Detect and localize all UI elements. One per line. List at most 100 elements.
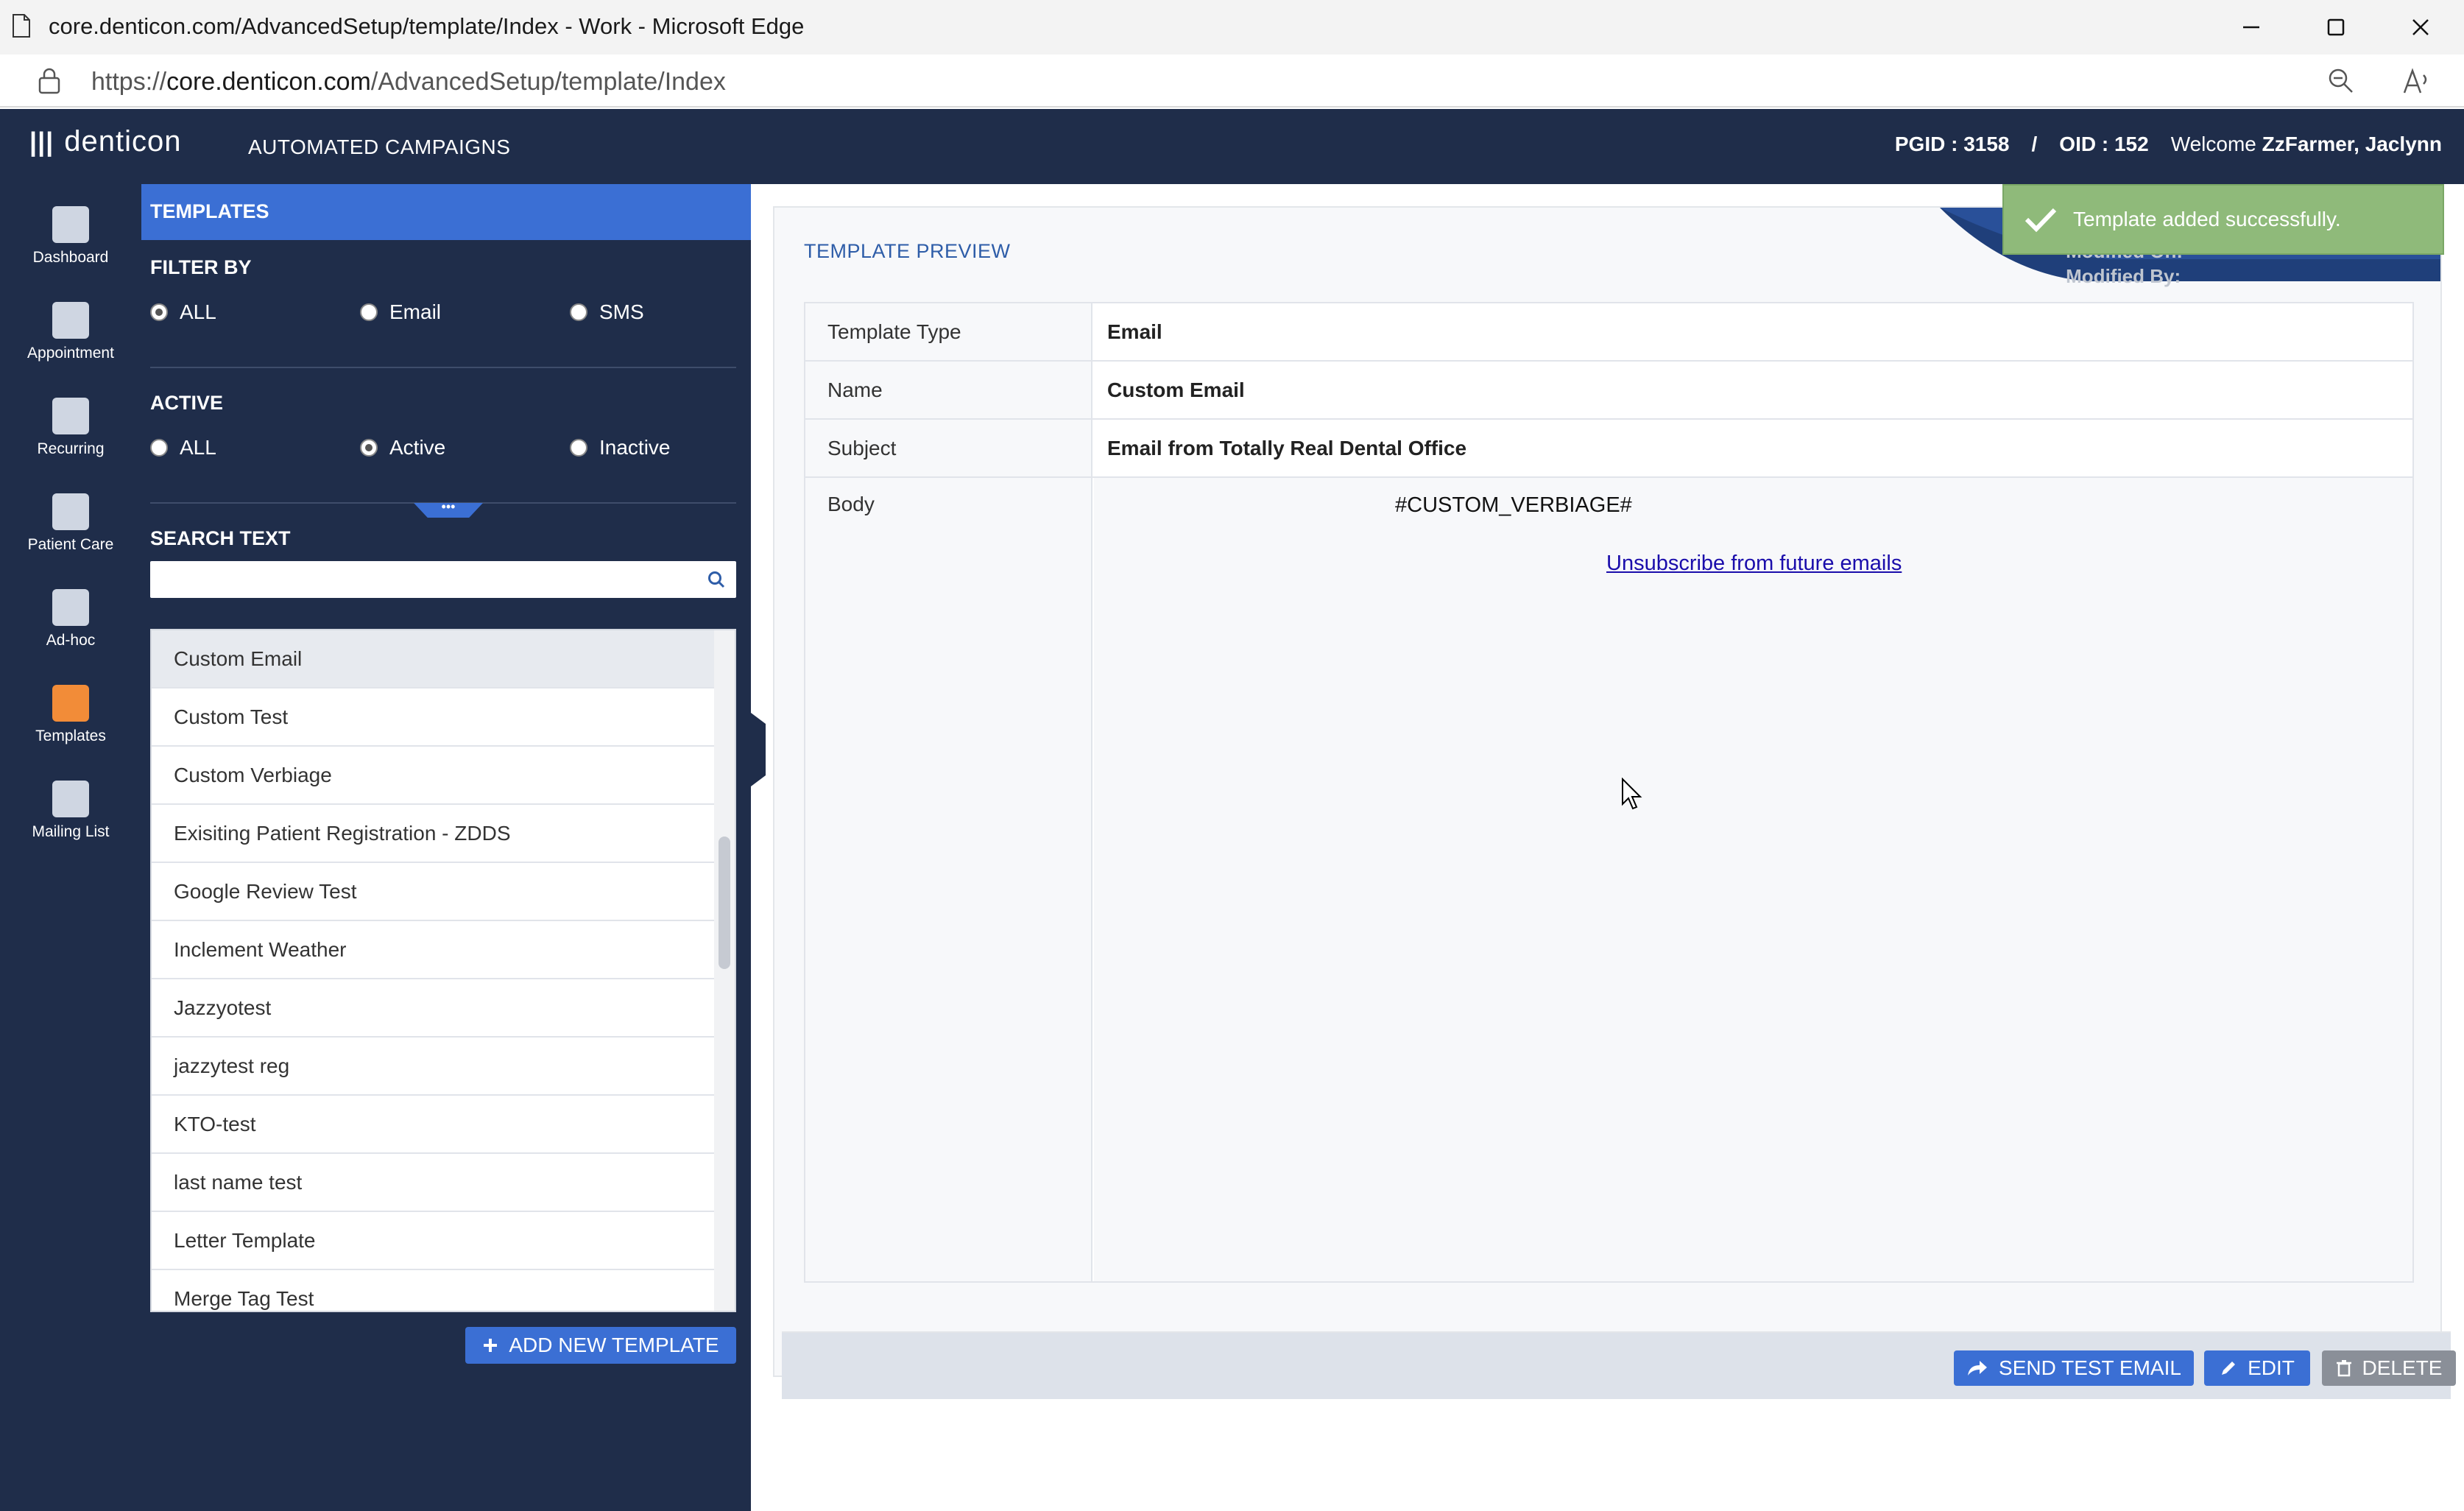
active-all-radio[interactable]: ALL: [150, 436, 216, 459]
browser-window-title: core.denticon.com/AdvancedSetup/template…: [49, 13, 805, 39]
dashboard-icon: [52, 206, 89, 243]
pgid-oid-separator: /: [2031, 133, 2038, 155]
row-label: Template Type: [805, 303, 1092, 360]
row-value: Custom Email: [1107, 378, 1245, 401]
read-aloud-icon[interactable]: [2400, 65, 2432, 97]
logo-bars: |||: [29, 126, 54, 157]
active-active-radio[interactable]: Active: [360, 436, 445, 459]
minimize-icon: [2242, 26, 2259, 29]
list-item[interactable]: jazzytest reg: [152, 1038, 714, 1096]
radio-dot: [150, 303, 168, 321]
filter-all-radio[interactable]: ALL: [150, 300, 216, 324]
nav-templates[interactable]: Templates: [0, 663, 141, 751]
body-custom-verbiage: #CUSTOM_VERBIAGE#: [1395, 493, 1632, 517]
search-text-label: SEARCH TEXT: [150, 527, 291, 549]
active-inactive-radio[interactable]: Inactive: [570, 436, 671, 459]
close-button[interactable]: [2378, 0, 2463, 54]
divider: [150, 367, 736, 368]
edit-button[interactable]: EDIT: [2204, 1350, 2310, 1386]
nav-mailing-list[interactable]: Mailing List: [0, 758, 141, 847]
radio-dot: [360, 303, 378, 321]
filter-collapse-grip[interactable]: •••: [414, 503, 483, 518]
success-toast: Template added successfully.: [2002, 184, 2444, 255]
left-nav: Dashboard Appointment Recurring Patient …: [0, 184, 141, 1511]
recurring-icon: [52, 398, 89, 434]
filter-by-label: FILTER BY: [150, 256, 252, 278]
list-item[interactable]: last name test: [152, 1154, 714, 1212]
template-list: Custom Email Custom Test Custom Verbiage…: [150, 629, 736, 1312]
search-input[interactable]: [150, 561, 736, 598]
preview-row-subject: Subject Email from Totally Real Dental O…: [805, 420, 2412, 478]
nav-patient-care[interactable]: Patient Care: [0, 471, 141, 560]
denticon-logo[interactable]: ||| denticon: [29, 125, 181, 158]
nav-label: Recurring: [37, 440, 105, 457]
nav-label: Dashboard: [32, 249, 109, 266]
nav-ad-hoc[interactable]: Ad-hoc: [0, 567, 141, 655]
unsubscribe-link[interactable]: Unsubscribe from future emails: [1606, 552, 1902, 576]
browser-titlebar: core.denticon.com/AdvancedSetup/template…: [0, 0, 2464, 54]
preview-row-name: Name Custom Email: [805, 362, 2412, 420]
action-bar: SEND TEST EMAIL EDIT DELETE: [782, 1331, 2456, 1399]
maximize-button[interactable]: [2293, 0, 2378, 54]
nav-label: Patient Care: [27, 536, 114, 553]
ad-hoc-icon: [52, 589, 89, 626]
list-item[interactable]: Custom Test: [152, 688, 714, 747]
list-item[interactable]: Google Review Test: [152, 863, 714, 921]
patient-care-icon: [52, 493, 89, 530]
modified-by-label: Modified By:: [2066, 265, 2181, 287]
trash-icon: [2336, 1360, 2351, 1377]
add-new-template-button[interactable]: ADD NEW TEMPLATE: [465, 1327, 736, 1364]
list-item[interactable]: Exisiting Patient Registration - ZDDS: [152, 805, 714, 863]
nav-label: Ad-hoc: [46, 632, 96, 649]
share-arrow-icon: [1968, 1361, 1988, 1376]
row-label: Subject: [805, 420, 1092, 476]
checkmark-icon: [2024, 208, 2057, 233]
scrollbar-thumb[interactable]: [719, 836, 730, 969]
nav-label: Appointment: [27, 345, 114, 362]
list-item[interactable]: Custom Email: [152, 630, 714, 688]
filter-email-radio[interactable]: Email: [360, 300, 441, 324]
welcome-text: Welcome ZzFarmer, Jaclynn: [2170, 133, 2442, 155]
address-bar[interactable]: https://core.denticon.com/AdvancedSetup/…: [0, 54, 2464, 108]
user-info: PGID : 3158 / OID : 152 Welcome ZzFarmer…: [1895, 133, 2442, 156]
appointment-icon: [52, 302, 89, 339]
main-content: Modified On: Modified By: TEMPLATE PREVI…: [766, 184, 2464, 1511]
nav-recurring[interactable]: Recurring: [0, 376, 141, 464]
nav-label: Mailing List: [32, 823, 110, 840]
list-item[interactable]: Inclement Weather: [152, 921, 714, 979]
nav-dashboard[interactable]: Dashboard: [0, 184, 141, 272]
radio-dot: [570, 439, 587, 457]
nav-label: Templates: [35, 728, 106, 744]
pgid: PGID : 3158: [1894, 133, 2010, 155]
preview-title: TEMPLATE PREVIEW: [804, 240, 1011, 262]
search-icon[interactable]: [707, 570, 726, 589]
list-scrollbar[interactable]: [714, 630, 735, 1311]
logo-text: denticon: [64, 125, 182, 158]
user-name: ZzFarmer, Jaclynn: [2262, 133, 2442, 155]
app-header: ||| denticon AUTOMATED CAMPAIGNS PGID : …: [0, 109, 2464, 184]
row-value: [1094, 478, 2412, 1281]
filter-sms-radio[interactable]: SMS: [570, 300, 644, 324]
radio-dot: [360, 439, 378, 457]
mouse-cursor-icon: [1622, 778, 1642, 810]
row-value: Email: [1107, 320, 1162, 343]
list-item[interactable]: Letter Template: [152, 1212, 714, 1270]
pencil-icon: [2222, 1362, 2236, 1375]
active-label: ACTIVE: [150, 392, 224, 414]
preview-row-body: Body: [805, 478, 2412, 1281]
close-icon: [2412, 19, 2429, 35]
oid: OID : 152: [2059, 133, 2149, 155]
url-text[interactable]: https://core.denticon.com/AdvancedSetup/…: [91, 68, 726, 96]
list-item[interactable]: Custom Verbiage: [152, 747, 714, 805]
minimize-button[interactable]: [2209, 0, 2293, 54]
list-item[interactable]: Merge Tag Test: [152, 1270, 714, 1311]
delete-button[interactable]: DELETE: [2322, 1350, 2456, 1386]
list-item[interactable]: Jazzyotest: [152, 979, 714, 1038]
send-test-email-button[interactable]: SEND TEST EMAIL: [1954, 1350, 2194, 1386]
zoom-out-icon[interactable]: [2326, 66, 2356, 96]
list-item[interactable]: KTO-test: [152, 1096, 714, 1154]
nav-appointment[interactable]: Appointment: [0, 280, 141, 368]
toast-message: Template added successfully.: [2073, 208, 2341, 230]
mailing-list-icon: [52, 781, 89, 817]
panel-collapse-handle[interactable]: [751, 713, 766, 786]
